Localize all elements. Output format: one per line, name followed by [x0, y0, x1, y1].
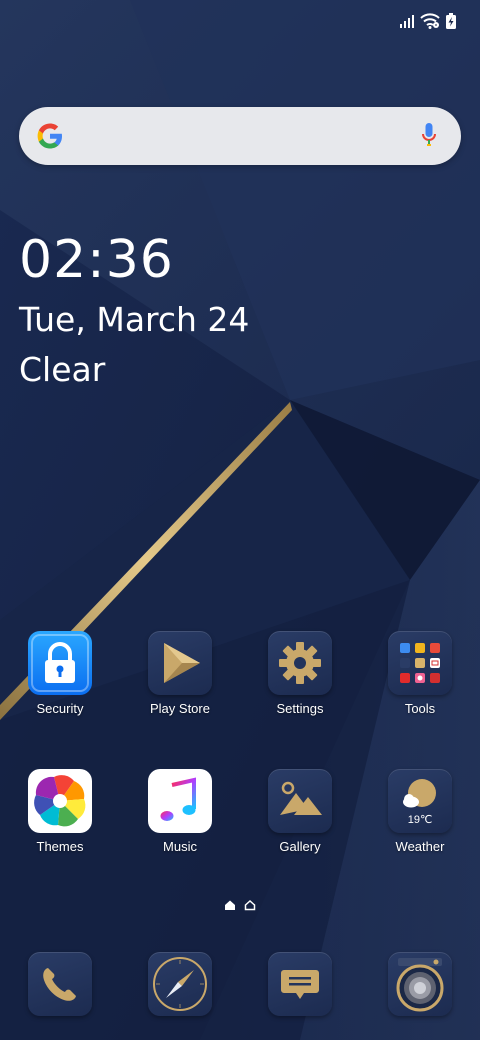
phone-handset-icon: [28, 968, 92, 1016]
app-label: Music: [163, 839, 197, 854]
clock-time[interactable]: 02:36: [19, 230, 174, 290]
home-outline-icon: [244, 898, 256, 916]
compass-icon: [148, 957, 212, 1016]
folder-grid-icon: [388, 631, 452, 695]
microphone-icon[interactable]: [421, 122, 437, 155]
camera-lens-icon: [388, 958, 452, 1016]
google-g-icon: [35, 121, 65, 156]
signal-bars-icon: [400, 14, 414, 28]
themes-pinwheel-icon: [28, 769, 92, 833]
page-indicator[interactable]: [224, 898, 256, 916]
app-label: Play Store: [150, 701, 210, 716]
app-weather[interactable]: 19℃ Weather: [370, 769, 470, 854]
app-settings[interactable]: Settings: [250, 631, 350, 716]
app-music[interactable]: Music: [130, 769, 230, 854]
lock-icon: [28, 631, 92, 695]
app-label: Themes: [36, 839, 84, 854]
app-play-store[interactable]: Play Store: [130, 631, 230, 716]
app-label: Settings: [276, 701, 324, 716]
home-page-dot-icon: [224, 898, 236, 916]
message-bubble-icon: [268, 970, 332, 1016]
app-themes[interactable]: Themes: [10, 769, 110, 854]
dock-camera[interactable]: [388, 952, 452, 1016]
app-label: Tools: [404, 701, 436, 716]
wifi-icon: [420, 13, 440, 29]
app-label: Gallery: [279, 839, 321, 854]
app-label: Security: [36, 701, 84, 716]
gear-icon: [268, 631, 332, 695]
app-tools-folder[interactable]: Tools: [370, 631, 470, 716]
music-note-icon: [148, 769, 212, 833]
sun-cloud-icon: 19℃: [388, 769, 452, 833]
weather-temp: 19℃: [407, 814, 433, 826]
google-search-bar[interactable]: [19, 107, 461, 165]
status-bar: [400, 10, 456, 32]
play-store-icon: [148, 631, 212, 695]
app-label: Weather: [395, 839, 445, 854]
clock-date[interactable]: Tue, March 24: [19, 300, 249, 339]
mountain-image-icon: [268, 769, 332, 833]
dock-phone[interactable]: [28, 952, 92, 1016]
app-security[interactable]: Security: [10, 631, 110, 716]
weather-condition[interactable]: Clear: [19, 350, 105, 389]
dock-messages[interactable]: [268, 952, 332, 1016]
battery-charging-icon: [446, 13, 456, 29]
app-gallery[interactable]: Gallery: [250, 769, 350, 854]
dock-browser[interactable]: [148, 952, 212, 1016]
